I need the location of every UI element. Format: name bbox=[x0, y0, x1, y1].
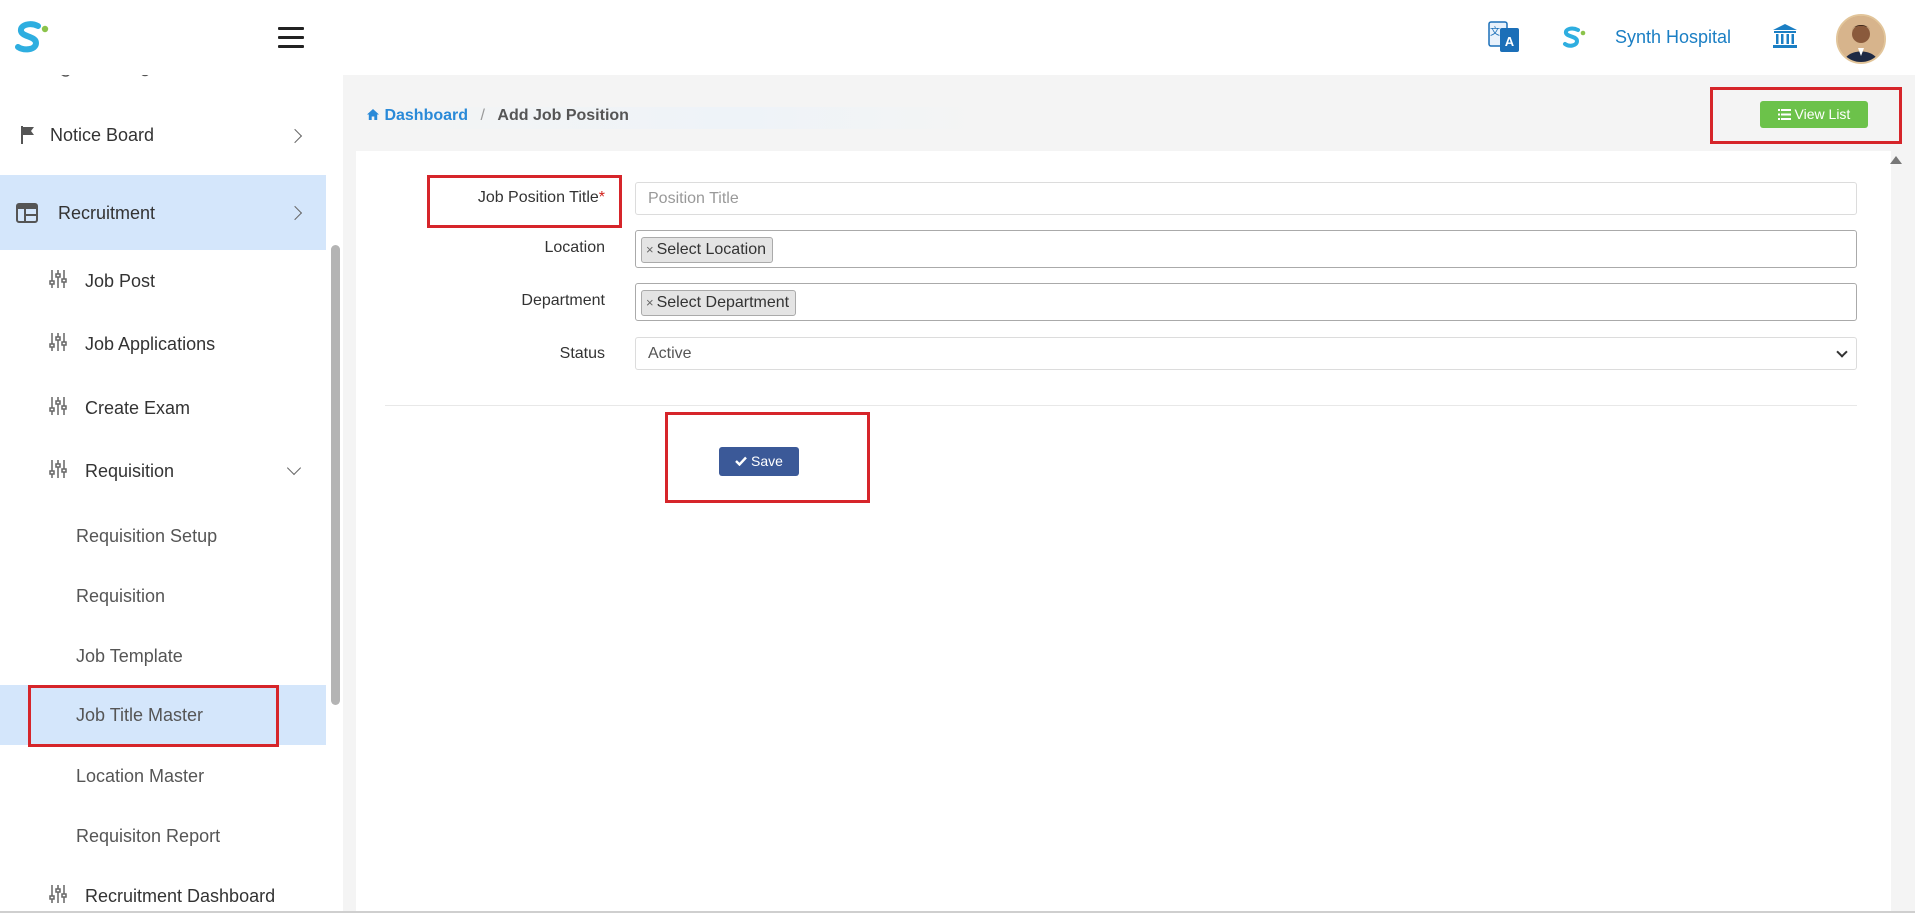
status-select[interactable]: Active bbox=[635, 337, 1857, 370]
chevron-down-icon bbox=[1836, 346, 1848, 358]
status-select-value: Active bbox=[648, 345, 692, 362]
remove-chip-icon[interactable]: × bbox=[646, 242, 654, 257]
chevron-down-icon bbox=[286, 460, 302, 476]
user-avatar[interactable] bbox=[1836, 14, 1886, 64]
sidebar-item-notice-board[interactable]: Notice Board bbox=[0, 119, 326, 171]
institution-icon[interactable] bbox=[1771, 22, 1799, 50]
sidebar-item-job-applications[interactable]: Job Applications bbox=[0, 328, 326, 368]
hospital-name[interactable]: Synth Hospital bbox=[1615, 27, 1731, 48]
sliders-icon bbox=[48, 459, 68, 484]
sidebar-item-label: Notice Board bbox=[50, 125, 155, 145]
sidebar-item-label: Location Master bbox=[76, 766, 205, 786]
app-logo-icon[interactable] bbox=[12, 20, 52, 56]
top-bar: A 文 Synth Hospital bbox=[0, 0, 1915, 75]
sidebar-item-requisition-report[interactable]: Requisiton Report bbox=[0, 820, 326, 860]
form-divider bbox=[385, 405, 1857, 406]
sidebar-item-label: Job Applications bbox=[85, 334, 216, 354]
sidebar-item-requisition-setup[interactable]: Requisition Setup bbox=[0, 520, 326, 560]
sidebar-item-label: Job Template bbox=[76, 646, 183, 666]
chevron-right-icon bbox=[287, 205, 303, 221]
sidebar-item-label: Recruitment bbox=[58, 203, 156, 223]
sidebar-item-recruitment-dashboard[interactable]: Recruitment Dashboard bbox=[0, 880, 326, 913]
sidebar-item-label: Requisiton Report bbox=[76, 826, 221, 846]
flag-icon bbox=[20, 125, 36, 150]
location-label: Location bbox=[544, 239, 606, 256]
breadcrumb: Dashboard / Add Job Position bbox=[366, 107, 986, 129]
breadcrumb-current: Add Job Position bbox=[497, 107, 629, 124]
sidebar-item-recruitment[interactable]: Recruitment bbox=[0, 175, 326, 250]
svg-text:A: A bbox=[1505, 34, 1515, 49]
svg-text:文: 文 bbox=[1490, 25, 1500, 38]
sliders-icon bbox=[48, 269, 68, 294]
sliders-icon bbox=[48, 396, 68, 421]
department-chip-text: Select Department bbox=[656, 294, 790, 311]
sidebar-item-label: Recruitment Dashboard bbox=[85, 886, 276, 906]
sidebar-item-requisition-group[interactable]: Requisition bbox=[0, 455, 326, 495]
sidebar-scrollbar[interactable] bbox=[331, 245, 340, 705]
location-multiselect[interactable]: × Select Location bbox=[635, 230, 1857, 268]
sidebar-item-requisition[interactable]: Requisition bbox=[0, 580, 326, 620]
remove-chip-icon[interactable]: × bbox=[646, 295, 654, 310]
department-label: Department bbox=[521, 292, 605, 309]
table-icon bbox=[16, 203, 38, 228]
breadcrumb-separator: / bbox=[480, 107, 485, 124]
brand-mark-icon bbox=[1560, 25, 1588, 51]
sliders-icon bbox=[48, 884, 68, 909]
breadcrumb-dashboard-link[interactable]: Dashboard bbox=[384, 107, 468, 124]
scroll-up-icon[interactable] bbox=[1890, 156, 1902, 164]
sidebar-item-job-post[interactable]: Job Post bbox=[0, 265, 326, 305]
highlight-job-position-title bbox=[427, 175, 622, 228]
location-chip-text: Select Location bbox=[656, 241, 766, 258]
sidebar-item-label: Job Post bbox=[85, 271, 156, 291]
sidebar-item-location-master[interactable]: Location Master bbox=[0, 760, 326, 800]
chevron-right-icon bbox=[287, 128, 303, 144]
sidebar: Notice Board Recruitment Job Post Job Ap… bbox=[0, 75, 326, 913]
sidebar-item-label: Requisition bbox=[85, 461, 175, 481]
department-multiselect[interactable]: × Select Department bbox=[635, 283, 1857, 321]
sidebar-item-label: Requisition Setup bbox=[76, 526, 218, 546]
sidebar-item-label: Create Exam bbox=[85, 398, 191, 418]
sidebar-item-create-exam[interactable]: Create Exam bbox=[0, 392, 326, 432]
home-icon bbox=[366, 107, 384, 124]
highlight-job-title-master bbox=[28, 685, 279, 747]
department-chip[interactable]: × Select Department bbox=[641, 290, 797, 316]
location-chip[interactable]: × Select Location bbox=[641, 237, 773, 263]
sidebar-item-job-template[interactable]: Job Template bbox=[0, 640, 326, 680]
translate-icon[interactable]: A 文 bbox=[1487, 18, 1521, 56]
status-label: Status bbox=[559, 345, 605, 362]
highlight-view-list bbox=[1710, 87, 1902, 144]
sliders-icon bbox=[48, 332, 68, 357]
job-position-title-input[interactable] bbox=[635, 182, 1857, 215]
menu-icon[interactable] bbox=[278, 27, 304, 49]
sidebar-item-partial bbox=[50, 75, 170, 86]
sidebar-item-label: Requisition bbox=[76, 586, 166, 606]
highlight-save-button bbox=[665, 412, 870, 503]
